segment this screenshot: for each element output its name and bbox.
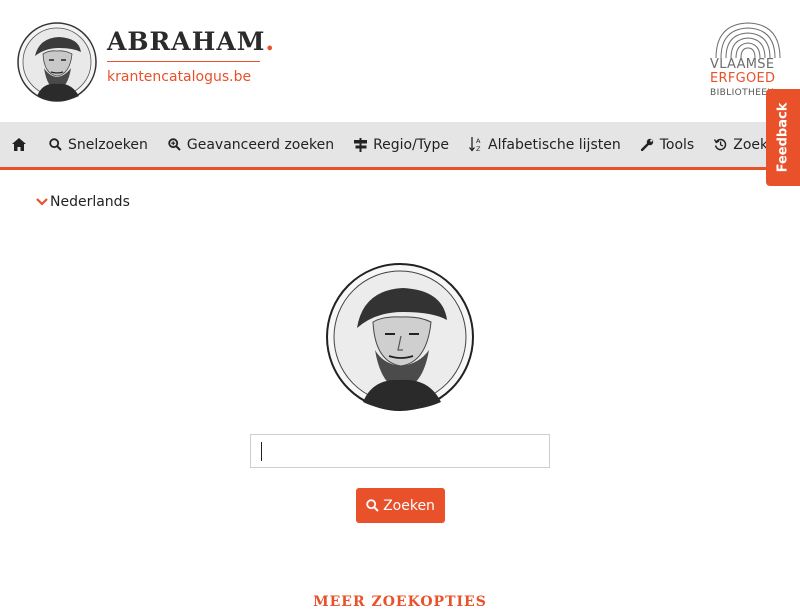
nav-tools[interactable]: Tools [631, 122, 705, 167]
veb-line2: ERFGOED [710, 71, 776, 86]
wrench-icon [640, 138, 653, 151]
nav-home[interactable] [0, 122, 39, 167]
brand-name[interactable]: ABRAHAM. [107, 28, 275, 56]
home-icon [12, 138, 26, 151]
search-plus-icon [168, 138, 181, 151]
language-label: Nederlands [50, 194, 130, 210]
nav-label-snelzoeken: Snelzoeken [68, 136, 148, 153]
search-icon [49, 138, 62, 151]
brand[interactable]: ABRAHAM. krantencatalogus.be [107, 28, 275, 85]
search-button[interactable]: Zoeken [356, 488, 445, 523]
abraham-portrait-logo[interactable] [17, 22, 97, 102]
svg-text:A: A [476, 137, 481, 145]
more-search-options-link[interactable]: MEER ZOEKOPTIES [0, 594, 800, 610]
nav-label-tools: Tools [659, 136, 695, 153]
nav-label-regio-type: Regio/Type [373, 136, 449, 153]
search-button-label: Zoeken [383, 497, 435, 514]
svg-text:Z: Z [476, 145, 481, 152]
abraham-medallion-portrait [326, 263, 474, 411]
language-selector[interactable]: Nederlands [36, 194, 130, 210]
site-header: ABRAHAM. krantencatalogus.be VLAAMSE ERF… [0, 0, 800, 122]
feedback-tab[interactable]: Feedback [766, 89, 800, 186]
search-input[interactable] [250, 434, 550, 468]
feedback-label: Feedback [775, 102, 791, 173]
nav-label-geavanceerd-zoeken: Geavanceerd zoeken [186, 136, 335, 153]
signpost-icon [354, 137, 368, 152]
brand-url[interactable]: krantencatalogus.be [107, 69, 275, 85]
nav-alfabetische-lijsten[interactable]: A Z Alfabetische lijsten [459, 122, 631, 167]
history-icon [714, 138, 727, 151]
text-cursor [261, 442, 262, 461]
sort-alpha-icon: A Z [469, 137, 481, 152]
nav-geavanceerd-zoeken[interactable]: Geavanceerd zoeken [158, 122, 344, 167]
nav-snelzoeken[interactable]: Snelzoeken [39, 122, 158, 167]
veb-line1: VLAAMSE [710, 57, 775, 72]
chevron-down-icon [36, 198, 48, 206]
search-icon [366, 499, 379, 512]
brand-name-text[interactable]: ABRAHAM [107, 27, 265, 56]
brand-dot: . [265, 27, 276, 56]
brand-underline [107, 61, 260, 62]
main-nav: Snelzoeken Geavanceerd zoeken Regio/Type… [0, 122, 800, 170]
nav-label-alfabetische-lijsten: Alfabetische lijsten [488, 136, 621, 153]
nav-regio-type[interactable]: Regio/Type [344, 122, 459, 167]
